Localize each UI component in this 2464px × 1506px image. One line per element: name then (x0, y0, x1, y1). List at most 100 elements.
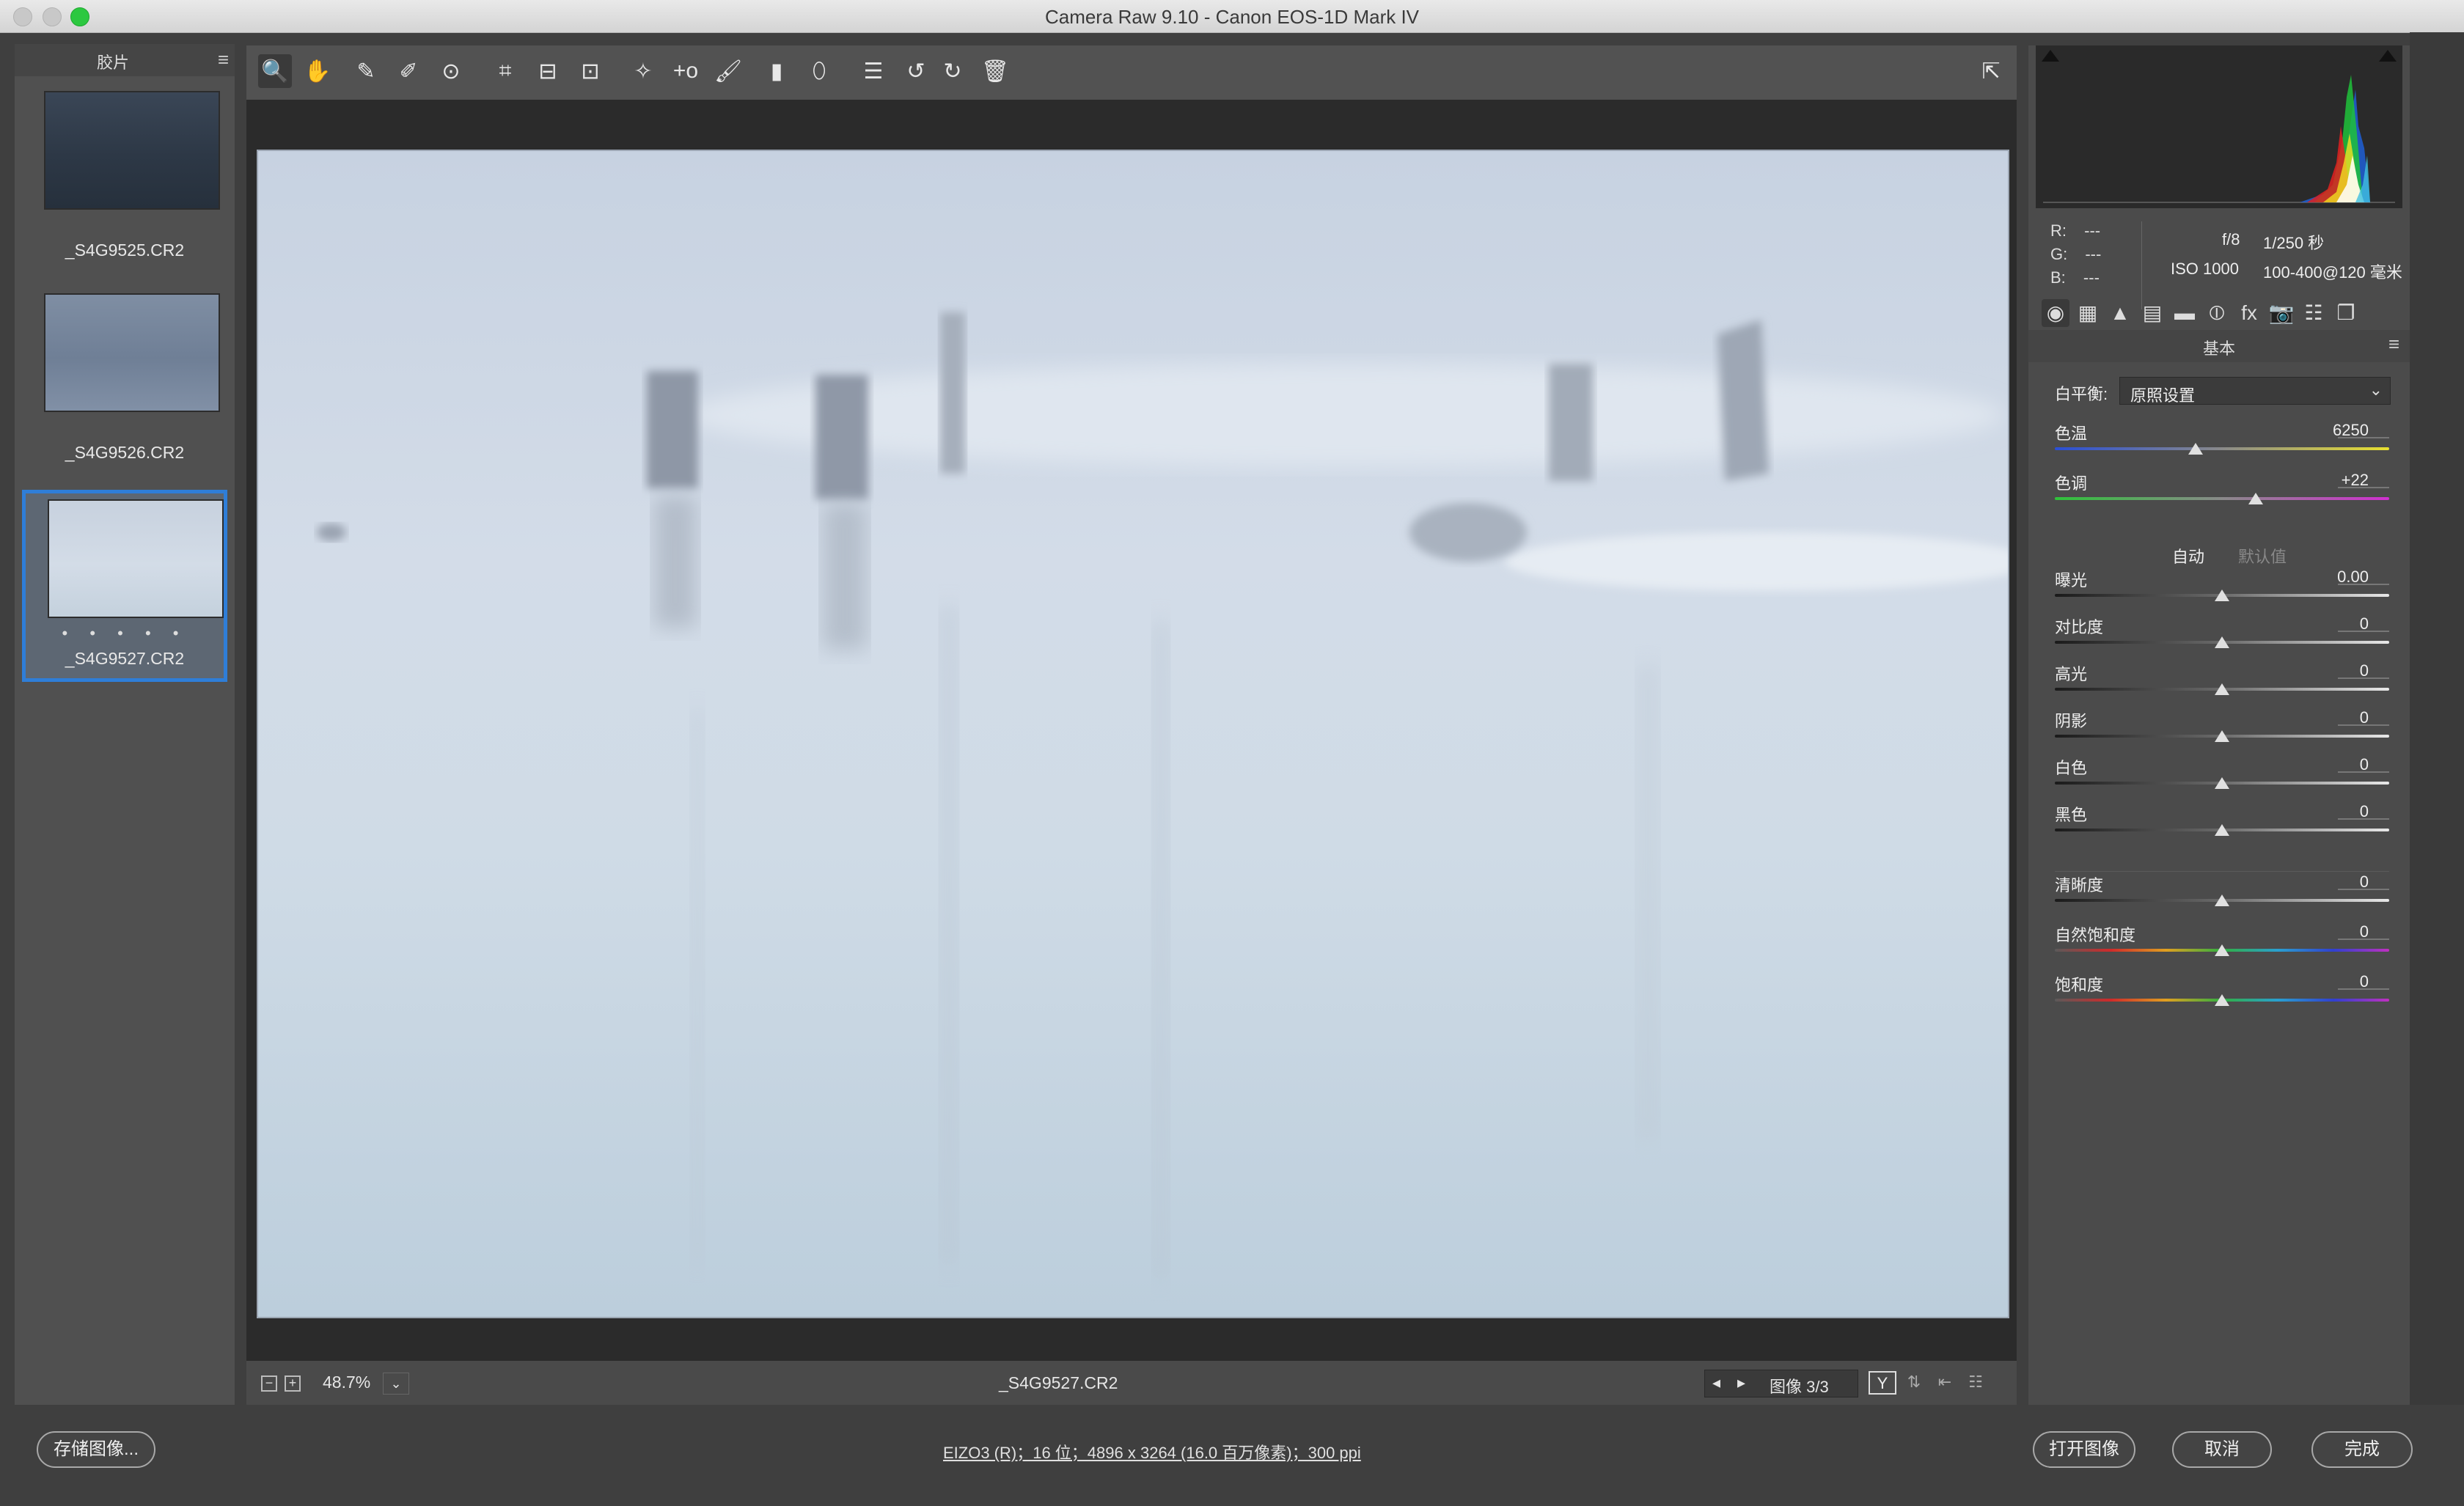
histogram (2036, 45, 2402, 208)
hamburger-icon[interactable]: ≡ (2388, 333, 2399, 356)
white-balance-select[interactable]: 原照设置 ⌄ (2119, 377, 2391, 405)
straighten-tool[interactable]: ⊟ (531, 54, 565, 88)
slider-label: 黑色 (2055, 806, 2088, 824)
cancel-button[interactable]: 取消 (2172, 1431, 2272, 1468)
slider-handle[interactable] (2215, 683, 2229, 695)
hamburger-icon[interactable]: ≡ (218, 48, 229, 71)
section-divider (2055, 871, 2389, 872)
tab-snapshots[interactable]: ❐ (2332, 299, 2360, 327)
tab-presets[interactable]: ☷ (2300, 299, 2328, 327)
value-underline (2338, 771, 2389, 773)
slider-saturation: 饱和度 0 (2055, 972, 2389, 1016)
slider-handle[interactable] (2188, 443, 2203, 455)
filmstrip-item[interactable]: _S4G9525.CR2 (22, 85, 227, 277)
radial-filter-tool[interactable]: ⬯ (802, 54, 836, 88)
slider-exposure: 曝光 0.00 (2055, 567, 2389, 611)
filmstrip-item[interactable]: _S4G9526.CR2 (22, 287, 227, 480)
slider-tint: 色调 +22 (2055, 471, 2389, 515)
preview-image[interactable] (257, 150, 2009, 1318)
r-value: --- (2084, 221, 2101, 240)
zoom-out-button[interactable]: − (261, 1375, 277, 1392)
slider-handle[interactable] (2215, 994, 2229, 1006)
save-image-button[interactable]: 存储图像... (37, 1431, 155, 1468)
open-image-button[interactable]: 打开图像 (2033, 1431, 2135, 1468)
color-sampler-tool[interactable]: ✐ (392, 54, 425, 88)
tab-lens[interactable]: ⦶ (2203, 299, 2231, 327)
swap-before-after-icon[interactable]: ⇅ (1901, 1371, 1927, 1395)
tab-detail[interactable]: ▲ (2106, 299, 2134, 327)
rotate-ccw-icon: ↺ (906, 59, 925, 84)
transform-tool[interactable]: ⊡ (573, 54, 607, 88)
copy-settings-icon[interactable]: ⇤ (1932, 1371, 1958, 1395)
filmstrip-panel: 胶片 ≡ _S4G9525.CR2 _S4G9526.CR2 • • • • • _S… (15, 44, 235, 1405)
slider-highlights: 高光 0 (2055, 661, 2389, 705)
trash-icon: 🗑 (980, 59, 1010, 84)
r-label: R: (2050, 221, 2067, 240)
tab-tone-curve[interactable]: ▦ (2074, 299, 2102, 327)
slider-track[interactable] (2055, 447, 2389, 450)
slider-handle[interactable] (2248, 493, 2263, 504)
slider-handle[interactable] (2215, 636, 2229, 648)
slider-handle[interactable] (2215, 895, 2229, 906)
panel-title: 基本 (2202, 339, 2235, 358)
previous-image-icon[interactable]: ◂ (1712, 1373, 1720, 1392)
histogram-graph (2043, 75, 2395, 203)
value-underline (2338, 988, 2389, 990)
rotate-left-button[interactable]: ↺ (899, 54, 933, 88)
tab-effects[interactable]: fx (2235, 299, 2263, 327)
graduated-filter-tool[interactable]: ▮ (760, 54, 793, 88)
before-after-toggle[interactable]: Y (1869, 1371, 1896, 1395)
white-balance-tool[interactable]: ✎ (349, 54, 383, 88)
thumbnail-filename: _S4G9525.CR2 (65, 240, 185, 260)
workflow-options-link[interactable]: EIZO3 (R)；16 位；4896 x 3264 (16.0 百万像素)；3… (943, 1440, 1361, 1463)
toolbar: 🔍 ✋ ✎ ✐ ⊙ ⌗ ⊟ ⊡ ✧ +o 🖌 ▮ ⬯ ☰ ↺ ↻ 🗑 ⇱ (246, 45, 2017, 100)
slider-label: 饱和度 (2055, 976, 2104, 994)
crop-tool[interactable]: ⌗ (488, 54, 522, 88)
rating-dots[interactable]: • • • • • (26, 624, 224, 643)
value-underline (2338, 584, 2389, 585)
delete-button[interactable]: 🗑 (978, 54, 1012, 88)
fx-icon: fx (2241, 301, 2257, 324)
slider-handle[interactable] (2215, 824, 2229, 836)
hand-tool[interactable]: ✋ (301, 54, 334, 88)
rotate-right-button[interactable]: ↻ (936, 54, 969, 88)
bottom-bar: 存储图像... EIZO3 (R)；16 位；4896 x 3264 (16.0… (0, 1405, 2464, 1506)
tab-camera-calibration[interactable]: 📷 (2267, 299, 2295, 327)
zoom-in-button[interactable]: + (285, 1375, 301, 1392)
preview-image-graphic (258, 151, 2008, 1317)
list-icon: ☰ (863, 59, 884, 84)
adjustment-brush-tool[interactable]: 🖌 (711, 54, 745, 88)
tab-split-toning[interactable]: ▬ (2171, 299, 2199, 327)
spot-removal-tool[interactable]: ✧ (626, 54, 660, 88)
red-eye-tool[interactable]: +o (669, 54, 703, 88)
crop-icon: ⌗ (499, 59, 512, 83)
zoom-level: 48.7% (323, 1373, 371, 1392)
slider-handle[interactable] (2215, 777, 2229, 789)
white-balance-value: 原照设置 (2130, 386, 2196, 405)
done-button[interactable]: 完成 (2311, 1431, 2413, 1468)
panel-header: 基本 ≡ (2028, 330, 2410, 362)
fullscreen-icon[interactable]: ⇱ (1974, 54, 2008, 88)
slider-handle[interactable] (2215, 589, 2229, 601)
slider-handle[interactable] (2215, 944, 2229, 956)
filmstrip-title: 胶片 (96, 54, 129, 72)
slider-clarity: 清晰度 0 (2055, 873, 2389, 917)
next-image-icon[interactable]: ▸ (1737, 1373, 1745, 1392)
filmstrip-item[interactable]: • • • • • _S4G9527.CR2 (22, 490, 227, 682)
zoom-dropdown[interactable]: ⌄ (383, 1373, 409, 1395)
auto-button[interactable]: 自动 (2172, 544, 2204, 567)
slider-label: 高光 (2055, 665, 2088, 683)
tab-hsl[interactable]: ▤ (2138, 299, 2166, 327)
slider-label: 曝光 (2055, 571, 2088, 589)
slider-handle[interactable] (2215, 730, 2229, 742)
value-underline (2338, 487, 2389, 488)
zoom-tool[interactable]: 🔍 (258, 54, 292, 88)
toggle-settings-icon[interactable]: ☷ (1962, 1371, 1989, 1395)
slider-track[interactable] (2055, 497, 2389, 500)
straighten-icon: ⊟ (538, 59, 557, 84)
tab-basic[interactable]: ◉ (2042, 299, 2069, 327)
targeted-adjustment-tool[interactable]: ⊙ (434, 54, 468, 88)
iso: ISO 1000 (2171, 260, 2239, 278)
default-button[interactable]: 默认值 (2238, 544, 2287, 567)
preferences-button[interactable]: ☰ (857, 54, 890, 88)
